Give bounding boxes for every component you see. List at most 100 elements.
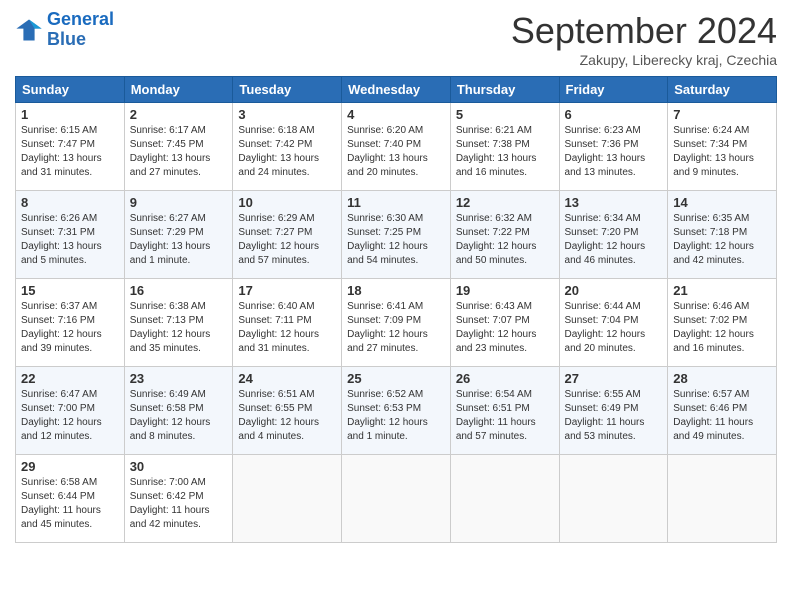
calendar-cell: 29 Sunrise: 6:58 AM Sunset: 6:44 PM Dayli… xyxy=(16,455,125,543)
month-title: September 2024 xyxy=(511,10,777,52)
calendar-cell: 30 Sunrise: 7:00 AM Sunset: 6:42 PM Dayli… xyxy=(124,455,233,543)
day-info: Sunrise: 6:20 AM Sunset: 7:40 PM Dayligh… xyxy=(347,124,445,180)
calendar-cell: 25 Sunrise: 6:52 AM Sunset: 6:53 PM Dayli… xyxy=(342,367,451,455)
day-info: Sunrise: 6:35 AM Sunset: 7:18 PM Dayligh… xyxy=(673,212,771,268)
day-number: 26 xyxy=(456,371,554,386)
day-info: Sunrise: 6:55 AM Sunset: 6:49 PM Dayligh… xyxy=(565,388,663,444)
calendar-week-4: 22 Sunrise: 6:47 AM Sunset: 7:00 PM Dayli… xyxy=(16,367,777,455)
day-header-sunday: Sunday xyxy=(16,77,125,103)
calendar-cell: 10 Sunrise: 6:29 AM Sunset: 7:27 PM Dayli… xyxy=(233,191,342,279)
day-info: Sunrise: 6:26 AM Sunset: 7:31 PM Dayligh… xyxy=(21,212,119,268)
day-number: 12 xyxy=(456,195,554,210)
calendar-cell: 11 Sunrise: 6:30 AM Sunset: 7:25 PM Dayli… xyxy=(342,191,451,279)
day-info: Sunrise: 6:52 AM Sunset: 6:53 PM Dayligh… xyxy=(347,388,445,444)
calendar-cell: 27 Sunrise: 6:55 AM Sunset: 6:49 PM Dayli… xyxy=(559,367,668,455)
calendar-cell xyxy=(559,455,668,543)
day-info: Sunrise: 6:58 AM Sunset: 6:44 PM Dayligh… xyxy=(21,476,119,532)
day-info: Sunrise: 7:00 AM Sunset: 6:42 PM Dayligh… xyxy=(130,476,228,532)
day-info: Sunrise: 6:24 AM Sunset: 7:34 PM Dayligh… xyxy=(673,124,771,180)
logo-text: General Blue xyxy=(47,10,114,50)
calendar-cell: 22 Sunrise: 6:47 AM Sunset: 7:00 PM Dayli… xyxy=(16,367,125,455)
day-number: 28 xyxy=(673,371,771,386)
day-number: 3 xyxy=(238,107,336,122)
day-header-tuesday: Tuesday xyxy=(233,77,342,103)
calendar-cell: 21Sunrise: 6:46 AM Sunset: 7:02 PM Dayli… xyxy=(668,279,777,367)
day-info: Sunrise: 6:51 AM Sunset: 6:55 PM Dayligh… xyxy=(238,388,336,444)
day-number: 22 xyxy=(21,371,119,386)
calendar-cell: 2 Sunrise: 6:17 AM Sunset: 7:45 PM Daylig… xyxy=(124,103,233,191)
calendar-cell: 24 Sunrise: 6:51 AM Sunset: 6:55 PM Dayli… xyxy=(233,367,342,455)
day-info: Sunrise: 6:30 AM Sunset: 7:25 PM Dayligh… xyxy=(347,212,445,268)
day-info: Sunrise: 6:15 AM Sunset: 7:47 PM Dayligh… xyxy=(21,124,119,180)
calendar-cell: 18Sunrise: 6:41 AM Sunset: 7:09 PM Dayli… xyxy=(342,279,451,367)
calendar-cell: 6 Sunrise: 6:23 AM Sunset: 7:36 PM Daylig… xyxy=(559,103,668,191)
day-number: 29 xyxy=(21,459,119,474)
calendar-cell xyxy=(450,455,559,543)
calendar-cell: 20Sunrise: 6:44 AM Sunset: 7:04 PM Dayli… xyxy=(559,279,668,367)
day-info: Sunrise: 6:37 AM Sunset: 7:16 PM Dayligh… xyxy=(21,300,119,356)
calendar-cell: 16 Sunrise: 6:38 AM Sunset: 7:13 PM Dayli… xyxy=(124,279,233,367)
calendar-cell: 5 Sunrise: 6:21 AM Sunset: 7:38 PM Daylig… xyxy=(450,103,559,191)
day-header-thursday: Thursday xyxy=(450,77,559,103)
calendar-table: SundayMondayTuesdayWednesdayThursdayFrid… xyxy=(15,76,777,543)
day-info: Sunrise: 6:40 AM Sunset: 7:11 PM Dayligh… xyxy=(238,300,336,356)
day-info: Sunrise: 6:23 AM Sunset: 7:36 PM Dayligh… xyxy=(565,124,663,180)
day-info: Sunrise: 6:54 AM Sunset: 6:51 PM Dayligh… xyxy=(456,388,554,444)
day-info: Sunrise: 6:18 AM Sunset: 7:42 PM Dayligh… xyxy=(238,124,336,180)
day-info: Sunrise: 6:47 AM Sunset: 7:00 PM Dayligh… xyxy=(21,388,119,444)
day-info: Sunrise: 6:46 AM Sunset: 7:02 PM Dayligh… xyxy=(673,300,771,356)
calendar-week-1: 1 Sunrise: 6:15 AM Sunset: 7:47 PM Daylig… xyxy=(16,103,777,191)
day-number: 11 xyxy=(347,195,445,210)
day-number: 17 xyxy=(238,283,336,298)
calendar-cell: 1 Sunrise: 6:15 AM Sunset: 7:47 PM Daylig… xyxy=(16,103,125,191)
title-block: September 2024 Zakupy, Liberecky kraj, C… xyxy=(511,10,777,68)
day-number: 6 xyxy=(565,107,663,122)
calendar-header-row: SundayMondayTuesdayWednesdayThursdayFrid… xyxy=(16,77,777,103)
calendar-cell: 4 Sunrise: 6:20 AM Sunset: 7:40 PM Daylig… xyxy=(342,103,451,191)
calendar-cell: 7 Sunrise: 6:24 AM Sunset: 7:34 PM Daylig… xyxy=(668,103,777,191)
day-info: Sunrise: 6:29 AM Sunset: 7:27 PM Dayligh… xyxy=(238,212,336,268)
day-number: 23 xyxy=(130,371,228,386)
day-info: Sunrise: 6:38 AM Sunset: 7:13 PM Dayligh… xyxy=(130,300,228,356)
day-number: 16 xyxy=(130,283,228,298)
day-info: Sunrise: 6:57 AM Sunset: 6:46 PM Dayligh… xyxy=(673,388,771,444)
day-number: 4 xyxy=(347,107,445,122)
day-number: 24 xyxy=(238,371,336,386)
calendar-cell: 23Sunrise: 6:49 AM Sunset: 6:58 PM Dayli… xyxy=(124,367,233,455)
calendar-cell xyxy=(668,455,777,543)
day-number: 27 xyxy=(565,371,663,386)
calendar-cell: 15Sunrise: 6:37 AM Sunset: 7:16 PM Dayli… xyxy=(16,279,125,367)
day-number: 25 xyxy=(347,371,445,386)
day-info: Sunrise: 6:27 AM Sunset: 7:29 PM Dayligh… xyxy=(130,212,228,268)
day-number: 19 xyxy=(456,283,554,298)
logo-icon xyxy=(15,16,43,44)
calendar-week-2: 8 Sunrise: 6:26 AM Sunset: 7:31 PM Daylig… xyxy=(16,191,777,279)
day-number: 30 xyxy=(130,459,228,474)
day-number: 8 xyxy=(21,195,119,210)
header: General Blue September 2024 Zakupy, Libe… xyxy=(15,10,777,68)
calendar-cell: 19Sunrise: 6:43 AM Sunset: 7:07 PM Dayli… xyxy=(450,279,559,367)
day-number: 18 xyxy=(347,283,445,298)
day-number: 2 xyxy=(130,107,228,122)
calendar-cell: 17 Sunrise: 6:40 AM Sunset: 7:11 PM Dayli… xyxy=(233,279,342,367)
day-number: 10 xyxy=(238,195,336,210)
calendar-cell: 3 Sunrise: 6:18 AM Sunset: 7:42 PM Daylig… xyxy=(233,103,342,191)
day-info: Sunrise: 6:21 AM Sunset: 7:38 PM Dayligh… xyxy=(456,124,554,180)
calendar-week-3: 15Sunrise: 6:37 AM Sunset: 7:16 PM Dayli… xyxy=(16,279,777,367)
day-header-wednesday: Wednesday xyxy=(342,77,451,103)
calendar-cell: 9Sunrise: 6:27 AM Sunset: 7:29 PM Daylig… xyxy=(124,191,233,279)
calendar-week-5: 29 Sunrise: 6:58 AM Sunset: 6:44 PM Dayli… xyxy=(16,455,777,543)
calendar-cell: 26 Sunrise: 6:54 AM Sunset: 6:51 PM Dayli… xyxy=(450,367,559,455)
day-info: Sunrise: 6:17 AM Sunset: 7:45 PM Dayligh… xyxy=(130,124,228,180)
logo: General Blue xyxy=(15,10,114,50)
day-number: 5 xyxy=(456,107,554,122)
day-number: 14 xyxy=(673,195,771,210)
day-info: Sunrise: 6:34 AM Sunset: 7:20 PM Dayligh… xyxy=(565,212,663,268)
calendar-cell: 28 Sunrise: 6:57 AM Sunset: 6:46 PM Dayli… xyxy=(668,367,777,455)
calendar-cell: 14 Sunrise: 6:35 AM Sunset: 7:18 PM Dayli… xyxy=(668,191,777,279)
day-number: 1 xyxy=(21,107,119,122)
day-header-monday: Monday xyxy=(124,77,233,103)
location-subtitle: Zakupy, Liberecky kraj, Czechia xyxy=(511,52,777,68)
day-number: 7 xyxy=(673,107,771,122)
day-header-friday: Friday xyxy=(559,77,668,103)
